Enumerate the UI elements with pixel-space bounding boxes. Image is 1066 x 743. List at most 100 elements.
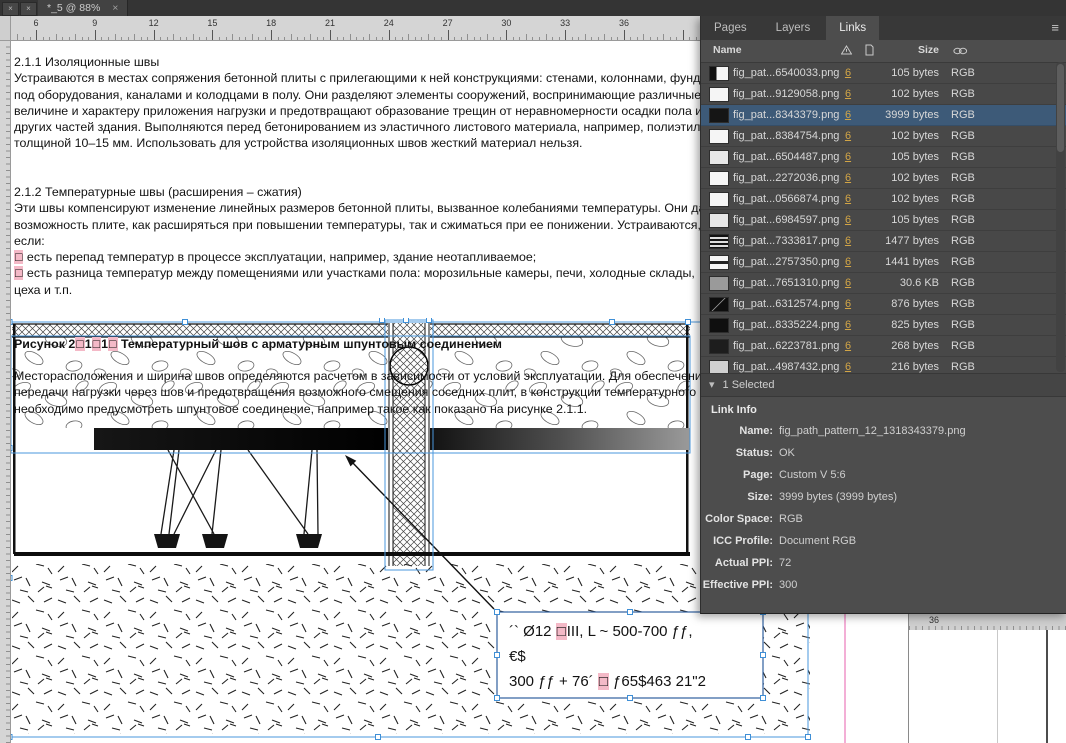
link-row[interactable]: fig_pat...4987432.png6216 bytesRGB [701,357,1066,373]
link-row[interactable]: fig_pat...6984597.png6105 bytesRGB [701,210,1066,231]
link-page-number[interactable]: 6 [841,172,855,184]
links-list: fig_pat...6540033.png6105 bytesRGBfig_pa… [701,63,1066,373]
horizontal-ruler[interactable]: 69121518212427303336 [0,16,700,41]
link-page-number[interactable]: 6 [841,193,855,205]
formwork-line [14,552,690,556]
info-label: Actual PPI: [701,557,773,569]
top-hatch-strip [12,324,690,337]
link-size: 3999 bytes [859,109,939,121]
annotation-box[interactable] [497,612,763,698]
link-name: fig_pat...0566874.png [733,193,839,205]
link-thumbnail [709,213,729,228]
chevron-down-icon[interactable]: ▾ [709,379,715,391]
link-page-number[interactable]: 6 [841,319,855,331]
link-thumbnail [709,234,729,249]
link-row[interactable]: fig_pat...6223781.png6268 bytesRGB [701,336,1066,357]
link-row[interactable]: fig_pat...8335224.png6825 bytesRGB [701,315,1066,336]
info-value: Custom V 5:6 [779,469,846,481]
ruler-corner [0,16,11,41]
info-label: Name: [701,425,773,437]
link-name: fig_pat...9129058.png [733,88,839,100]
docked-document-icon[interactable]: × [20,2,37,16]
link-thumbnail [709,297,729,312]
link-row[interactable]: fig_pat...8384754.png6102 bytesRGB [701,126,1066,147]
link-info-list: Name:fig_path_pattern_12_1318343379.pngS… [701,421,1066,597]
link-page-number[interactable]: 6 [841,256,855,268]
link-page-number[interactable]: 6 [841,130,855,142]
ruler-number: 24 [384,18,394,28]
link-row[interactable]: fig_pat...2757350.png61441 bytesRGB [701,252,1066,273]
link-info-row: Effective PPI:300 [701,575,1066,597]
link-page-number[interactable]: 6 [841,151,855,163]
vertical-ruler[interactable] [0,40,11,743]
link-row[interactable]: fig_pat...6540033.png6105 bytesRGB [701,63,1066,84]
warning-icon[interactable] [841,45,852,58]
link-colorspace: RGB [951,88,975,100]
link-row[interactable]: fig_pat...7651310.png630.6 KBRGB [701,273,1066,294]
link-row[interactable]: fig_pat...6312574.png6876 bytesRGB [701,294,1066,315]
link-page-number[interactable]: 6 [841,214,855,226]
column-name[interactable]: Name [713,44,742,56]
concrete-aggregate-zone [12,337,690,428]
column-size[interactable]: Size [879,44,939,56]
link-thumbnail [709,87,729,102]
info-label: Size: [701,491,773,503]
panel-tab-bar: Pages Layers Links ≡ [701,16,1066,40]
docked-document-icon[interactable]: × [2,2,19,16]
selection-status-bar: ▾1 Selected [701,373,1066,397]
link-size: 825 bytes [859,319,939,331]
links-scrollbar[interactable] [1056,62,1065,372]
expansion-joint [388,323,430,566]
link-name: fig_pat...6504487.png [733,151,839,163]
link-size: 105 bytes [859,67,939,79]
link-page-number[interactable]: 6 [841,361,855,373]
panel-menu-icon[interactable]: ≡ [1051,16,1059,40]
tab-links[interactable]: Links [826,16,879,40]
link-page-number[interactable]: 6 [841,235,855,247]
info-value: 3999 bytes (3999 bytes) [779,491,897,503]
scrollbar-thumb[interactable] [1057,64,1064,152]
chain-link-icon[interactable] [953,46,968,58]
link-info-row: Actual PPI:72 [701,553,1066,575]
secondary-ruler: 36 [908,613,1066,631]
left-wall-line [13,324,16,554]
rebar-cross-section [390,347,428,385]
link-size: 876 bytes [859,298,939,310]
pasteboard-page [908,630,1066,743]
close-tab-icon[interactable]: × [112,2,118,14]
page-guide-line [997,630,998,743]
link-name: fig_pat...2757350.png [733,256,839,268]
link-row[interactable]: fig_pat...0566874.png6102 bytesRGB [701,189,1066,210]
link-colorspace: RGB [951,256,975,268]
support-feet [154,534,322,548]
link-page-number[interactable]: 6 [841,277,855,289]
page-column-icon[interactable] [865,44,874,59]
link-page-number[interactable]: 6 [841,109,855,121]
application-window: 2.1.1 Изоляционные швы Устраиваются в ме… [0,0,1066,743]
link-row[interactable]: fig_pat...6504487.png6105 bytesRGB [701,147,1066,168]
link-size: 105 bytes [859,214,939,226]
link-row[interactable]: fig_pat...8343379.png63999 bytesRGB [701,105,1066,126]
document-tab-title: *_5 @ 88% [47,2,100,14]
document-tab[interactable]: *_5 @ 88% × [38,0,128,16]
link-page-number[interactable]: 6 [841,340,855,352]
link-info-title: Link Info [701,397,1066,421]
link-thumbnail [709,276,729,291]
link-page-number[interactable]: 6 [841,298,855,310]
link-size: 102 bytes [859,130,939,142]
link-row[interactable]: fig_pat...9129058.png6102 bytesRGB [701,84,1066,105]
tab-layers[interactable]: Layers [763,16,824,40]
link-row[interactable]: fig_pat...2272036.png6102 bytesRGB [701,168,1066,189]
link-colorspace: RGB [951,361,975,373]
link-size: 105 bytes [859,151,939,163]
ruler-number: 12 [149,18,159,28]
tab-pages[interactable]: Pages [701,16,760,40]
link-colorspace: RGB [951,172,975,184]
link-name: fig_pat...4987432.png [733,361,839,373]
info-value: RGB [779,513,803,525]
links-panel: Pages Layers Links ≡ Name Size fig_pat..… [700,16,1066,614]
link-page-number[interactable]: 6 [841,67,855,79]
link-colorspace: RGB [951,298,975,310]
link-page-number[interactable]: 6 [841,88,855,100]
link-row[interactable]: fig_pat...7333817.png61477 bytesRGB [701,231,1066,252]
